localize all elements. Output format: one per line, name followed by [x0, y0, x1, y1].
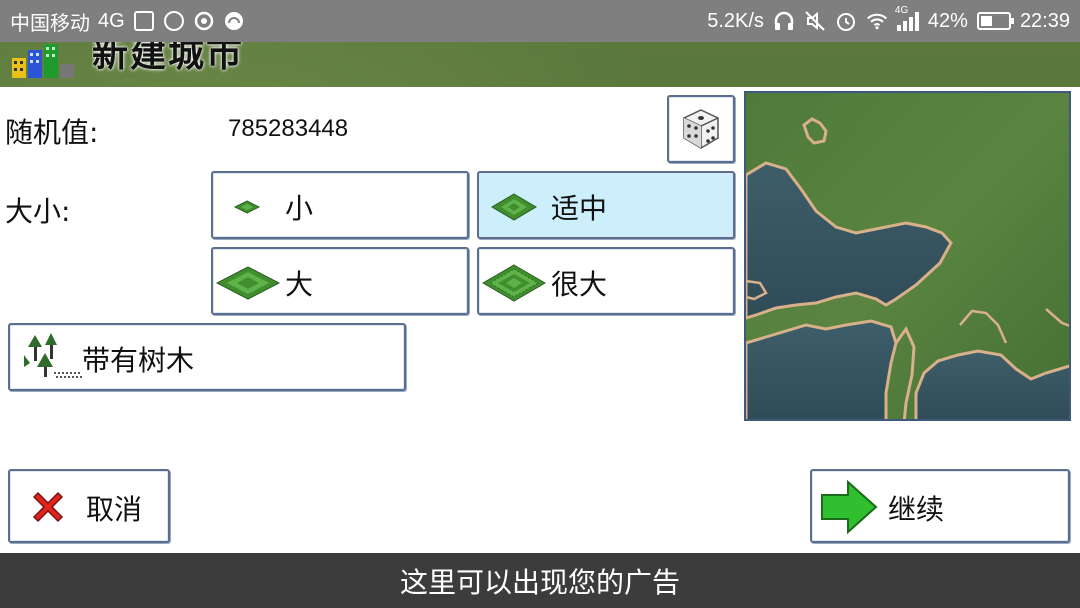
size-small-button[interactable]: 小: [211, 171, 469, 239]
map-preview-image: [746, 93, 1069, 419]
size-medium-label: 适中: [551, 192, 608, 225]
headset-app-icon: [223, 10, 245, 32]
randomize-seed-button[interactable]: [667, 95, 735, 163]
very-large-map-icon: [482, 264, 546, 302]
continue-arrow-icon: [821, 479, 878, 535]
carrier-name: 中国移动: [10, 12, 90, 35]
seed-label: 随机值:: [5, 116, 99, 149]
ad-banner[interactable]: 这里可以出现您的广告: [0, 553, 1080, 608]
image-icon: [133, 10, 155, 32]
headphones-icon: [773, 10, 795, 32]
weibo-icon: [193, 10, 215, 32]
continue-button[interactable]: 继续: [810, 469, 1070, 543]
mute-icon: [804, 10, 826, 32]
battery-percent: 42%: [927, 9, 968, 32]
net-speed: 5.2K/s: [707, 9, 764, 32]
size-medium-button[interactable]: 适中: [477, 171, 735, 239]
signal-tag: 4G: [894, 5, 909, 16]
size-very-large-label: 很大: [551, 268, 608, 301]
seed-value: 785283448: [228, 115, 349, 142]
size-large-label: 大: [285, 268, 314, 301]
status-bar: 中国移动 4G 5.2K/s 4G 42% 22:39: [0, 0, 1080, 42]
small-map-icon: [233, 200, 261, 214]
ad-banner-text: 这里可以出现您的广告: [399, 565, 680, 599]
dialog-title-bar: 新建城市: [0, 42, 1080, 87]
cancel-button[interactable]: 取消: [8, 469, 170, 543]
wifi-icon: [866, 10, 888, 32]
signal-icon: 4G: [895, 5, 919, 31]
battery-icon: [976, 12, 1014, 30]
medium-map-icon: [491, 193, 537, 221]
city-icon: [12, 44, 74, 78]
size-small-label: 小: [285, 192, 314, 225]
new-city-dialog: 随机值: 785283448 大小: 小 适中 大 很大 带有树木 取消 继续: [0, 87, 1080, 553]
dialog-title: 新建城市: [92, 42, 245, 75]
dice-icon: [683, 109, 719, 149]
clock: 22:39: [1019, 9, 1070, 32]
alarm-clock-icon: [835, 10, 857, 32]
network-type: 4G: [98, 9, 125, 32]
size-large-button[interactable]: 大: [211, 247, 469, 315]
alarm-icon: [163, 10, 185, 32]
continue-label: 继续: [888, 493, 945, 526]
with-trees-toggle[interactable]: 带有树木: [8, 323, 406, 391]
map-preview: [744, 91, 1071, 421]
size-very-large-button[interactable]: 很大: [477, 247, 735, 315]
cancel-label: 取消: [86, 493, 143, 526]
with-trees-label: 带有树木: [82, 344, 195, 377]
cancel-x-icon: [32, 491, 64, 523]
status-bar-left: 中国移动 4G: [10, 0, 245, 42]
large-map-icon: [215, 266, 281, 300]
trees-icon: [24, 333, 82, 378]
status-bar-right: 5.2K/s 4G 42% 22:39: [707, 0, 1070, 42]
size-label: 大小:: [5, 195, 71, 228]
